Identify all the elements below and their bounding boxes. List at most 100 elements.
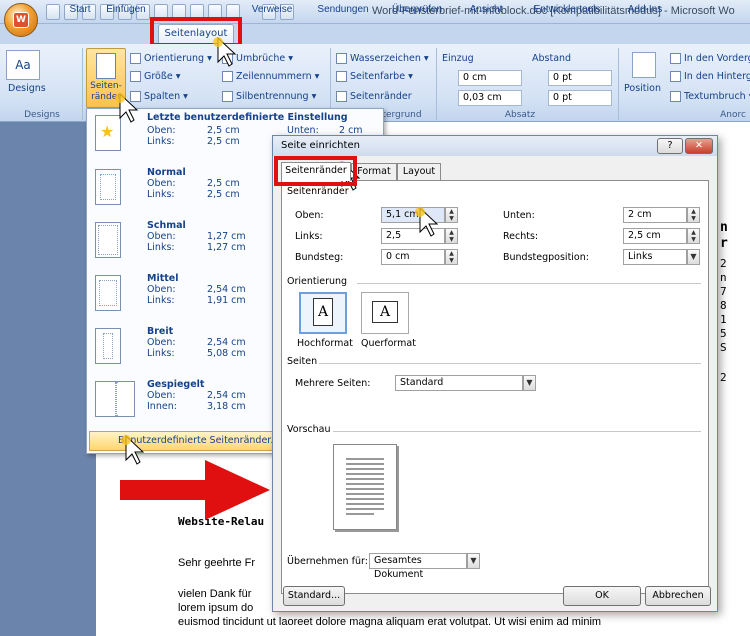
preset-label: Oben: <box>147 125 176 136</box>
links-spinner[interactable]: ▲ ▼ <box>445 228 458 244</box>
doc-greeting: Sehr geehrte Fr <box>178 557 256 569</box>
preset-value: 2,54 cm <box>207 337 246 348</box>
einzug-right-input[interactable]: 0,03 cm <box>458 90 522 106</box>
ribbon-tabs <box>0 24 750 44</box>
doc-right-char: r <box>720 236 728 251</box>
tab-add-ins[interactable]: Add-Ins <box>620 2 670 20</box>
preset-label: Oben: <box>147 284 176 295</box>
office-logo-icon: W <box>13 12 29 28</box>
save-icon[interactable] <box>46 4 60 20</box>
cancel-button[interactable]: Abbrechen <box>645 586 711 606</box>
tab-start[interactable]: Start <box>60 2 100 20</box>
seitenfarbe-label: Seitenfarbe <box>350 71 406 82</box>
abstand-after-input[interactable]: 0 pt <box>548 90 612 106</box>
page-borders-icon <box>336 91 347 102</box>
hochformat-button[interactable]: A <box>299 292 347 334</box>
oben-label: Oben: <box>295 210 324 221</box>
doc-right-char: 2 <box>720 257 727 270</box>
preset-value: 3,18 cm <box>207 401 246 412</box>
divider <box>333 431 701 432</box>
position-icon[interactable] <box>632 52 656 78</box>
doc-right-char: 7 <box>720 285 727 298</box>
preset-label: Links: <box>147 136 175 147</box>
seitenraender2-label: Seitenränder <box>350 91 412 102</box>
position-label[interactable]: Position <box>624 82 661 96</box>
chevron-down-icon[interactable]: ▼ <box>523 375 536 391</box>
tab-einfuegen[interactable]: Einfügen <box>100 2 152 20</box>
size-icon <box>130 71 141 82</box>
cursor-icon <box>121 434 145 465</box>
textumbruch-button[interactable]: Textumbruch ▾ <box>670 90 750 104</box>
tab-verweise[interactable]: Verweise <box>244 2 300 20</box>
seitenraender2-button[interactable]: Seitenränder <box>336 90 412 104</box>
preset-label: Oben: <box>147 178 176 189</box>
hyphenation-icon <box>222 91 233 102</box>
preset-title: Gespiegelt <box>147 379 205 390</box>
preset-value: 1,27 cm <box>207 242 246 253</box>
preset-label: Oben: <box>147 231 176 242</box>
orientierung-label: Orientierung <box>144 53 205 64</box>
standard-button[interactable]: Standard... <box>283 586 345 606</box>
preset-value: 1,27 cm <box>207 231 246 242</box>
hintergrund-button[interactable]: In den Hinterg <box>670 70 750 84</box>
abstand-before-input[interactable]: 0 pt <box>548 70 612 86</box>
preview-page <box>333 444 397 530</box>
rechts-input[interactable]: 2,5 cm <box>623 228 687 244</box>
preset-title: Letzte benutzerdefinierte Einstellung <box>147 112 348 123</box>
preset-title: Mittel <box>147 273 179 284</box>
preset-title: Breit <box>147 326 174 337</box>
doc-right-char: 2 <box>720 371 727 384</box>
group-separator <box>618 48 619 120</box>
send-backward-icon <box>670 71 681 82</box>
preset-label: Oben: <box>147 390 176 401</box>
orientierung-button[interactable]: Orientierung ▾ <box>130 52 212 66</box>
bundsteg-spinner[interactable]: ▲ ▼ <box>445 249 458 265</box>
tab-entwicklertools[interactable]: Entwicklertools <box>524 2 610 20</box>
hochformat-label: Hochformat <box>297 338 353 349</box>
tab-sendungen[interactable]: Sendungen <box>310 2 376 20</box>
landscape-icon: A <box>372 301 398 323</box>
dialog-close-button[interactable]: ✕ <box>685 138 713 154</box>
einzug-left-input[interactable]: 0 cm <box>458 70 522 86</box>
ok-button[interactable]: OK <box>563 586 641 606</box>
links-label: Links: <box>295 231 323 242</box>
tab-layout[interactable]: Layout <box>397 163 441 180</box>
preset-label: Links: <box>147 189 175 200</box>
silbentrennung-label: Silbentrennung <box>236 91 309 102</box>
bundsteg-input[interactable]: 0 cm <box>381 249 445 265</box>
preset-title: Normal <box>147 167 186 178</box>
mehrere-seiten-select[interactable]: Standard <box>395 375 523 391</box>
silbentrennung-button[interactable]: Silbentrennung ▾ <box>222 90 316 104</box>
orientation-icon <box>130 53 141 64</box>
querformat-button[interactable]: A <box>361 292 409 334</box>
divider <box>319 363 701 364</box>
oben-spinner[interactable]: ▲ ▼ <box>445 207 458 223</box>
textumbruch-label: Textumbruch <box>684 91 746 102</box>
doc-right-char: 5 <box>720 327 727 340</box>
tab-ueberpruefen[interactable]: Überprüfen <box>384 2 450 20</box>
zeilennummern-button[interactable]: Zeilennummern ▾ <box>222 70 319 84</box>
office-button[interactable]: W <box>4 3 38 37</box>
unten-input[interactable]: 2 cm <box>623 207 687 223</box>
unten-spinner[interactable]: ▲ ▼ <box>687 207 700 223</box>
wasserzeichen-label: Wasserzeichen <box>350 53 421 64</box>
groesse-label: Größe <box>144 71 173 82</box>
dialog-help-button[interactable]: ? <box>657 138 683 154</box>
uebernehmen-select[interactable]: Gesamtes Dokument <box>369 553 467 580</box>
wasserzeichen-button[interactable]: Wasserzeichen ▾ <box>336 52 429 66</box>
margin-preset-thumbnail <box>95 169 121 205</box>
designs-label[interactable]: Designs <box>8 82 46 96</box>
tab-ansicht[interactable]: Ansicht <box>460 2 512 20</box>
rechts-spinner[interactable]: ▲ ▼ <box>687 228 700 244</box>
doc-right-char: 8 <box>720 299 727 312</box>
seitenfarbe-button[interactable]: Seitenfarbe ▾ <box>336 70 413 84</box>
chevron-down-icon[interactable]: ▼ <box>687 249 700 265</box>
vordergrund-button[interactable]: In den Vorderg <box>670 52 750 66</box>
preset-title: Schmal <box>147 220 186 231</box>
bundstegposition-label: Bundstegposition: <box>503 252 589 263</box>
chevron-down-icon[interactable]: ▼ <box>467 553 480 569</box>
groesse-button[interactable]: Größe ▾ <box>130 70 181 84</box>
bundstegposition-select[interactable]: Links <box>623 249 687 265</box>
preset-value: 2,5 cm <box>207 125 240 136</box>
designs-icon[interactable]: Aa <box>6 50 40 80</box>
